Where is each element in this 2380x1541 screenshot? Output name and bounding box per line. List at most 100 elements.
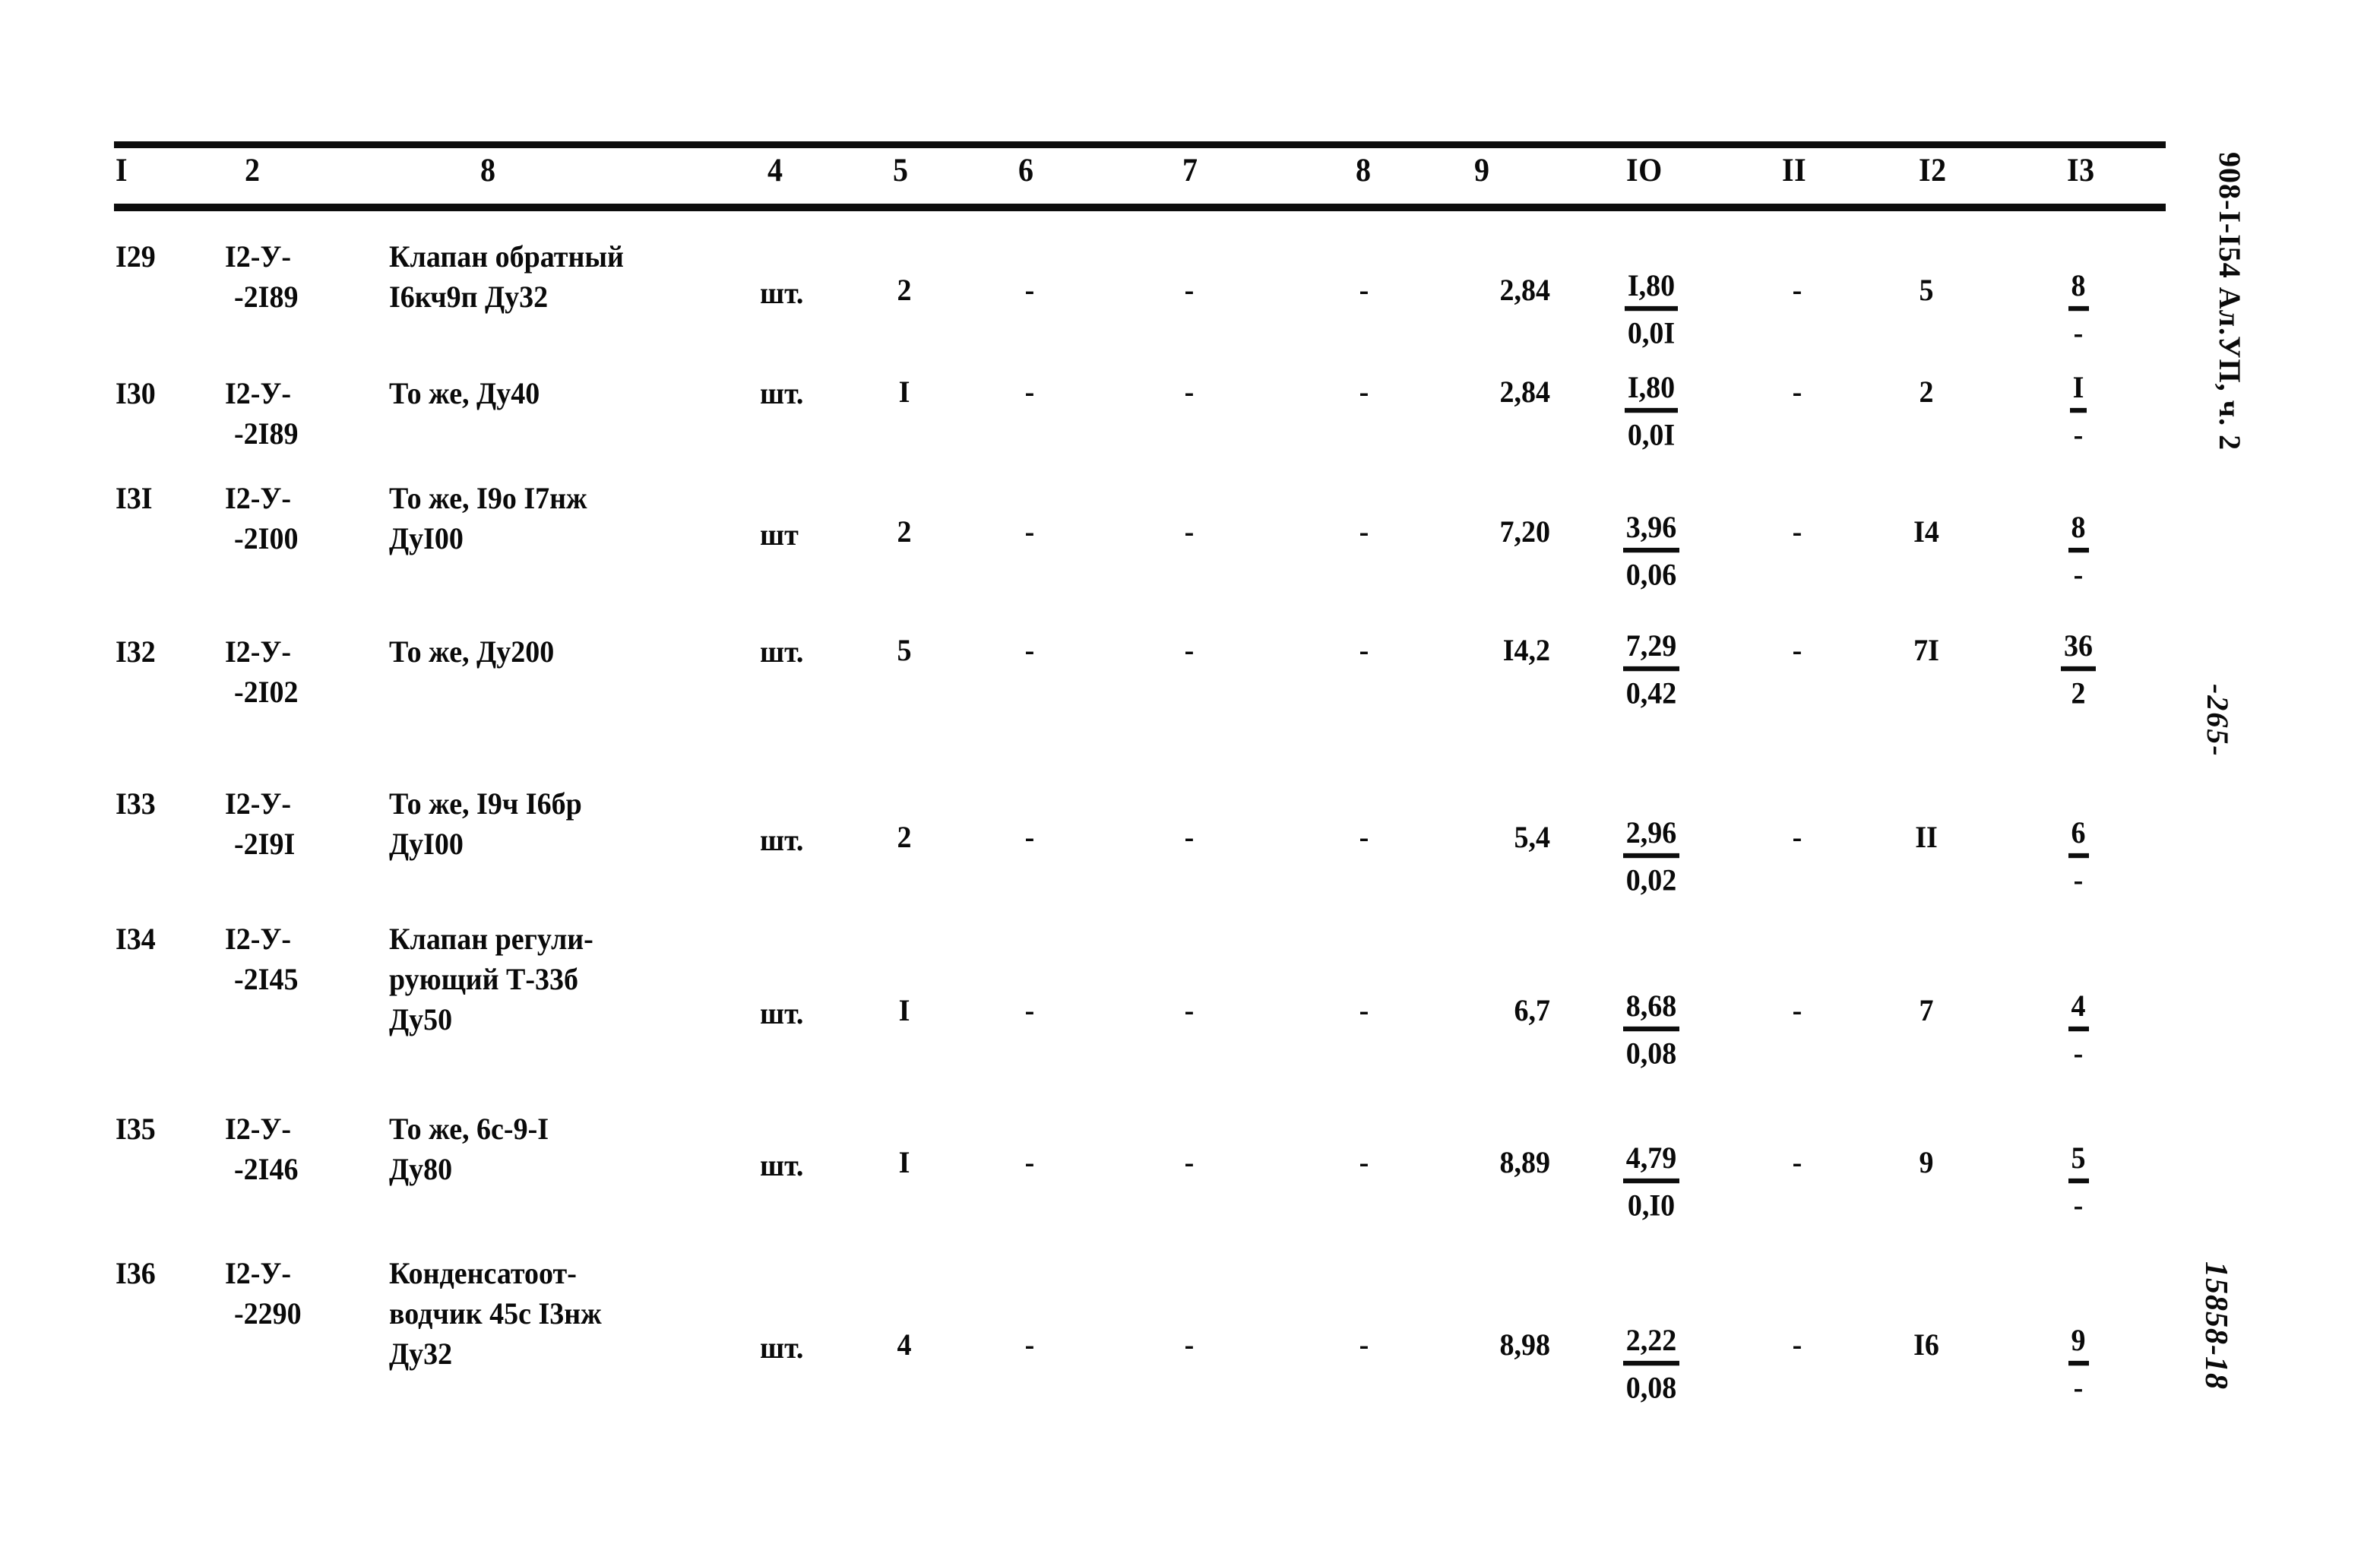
- description-line2: водчик 45с I3нж: [389, 1297, 602, 1331]
- quantity-col5: I: [898, 375, 910, 410]
- fraction-numerator: I: [2069, 369, 2087, 413]
- fraction-denominator: 0,I0: [1627, 1188, 1676, 1223]
- value-col9: 7,20: [1499, 515, 1551, 549]
- quantity-col5: 2: [897, 821, 912, 855]
- item-description: То же, Ду40: [389, 374, 731, 414]
- value-col8: -: [1359, 821, 1369, 855]
- value-col11: -: [1792, 515, 1802, 549]
- fraction-denominator: -: [2073, 863, 2084, 898]
- catalog-code: I2-У- -2I9I: [225, 784, 385, 865]
- quantity-col5: 4: [897, 1328, 912, 1362]
- item-description: То же, 6с-9-I Ду80: [389, 1109, 731, 1190]
- value-col12: II: [1915, 821, 1938, 855]
- fraction-numerator: 36: [2061, 628, 2096, 672]
- value-col8: -: [1359, 1146, 1369, 1180]
- value-col7: -: [1184, 1328, 1195, 1362]
- value-col9: 5,4: [1514, 821, 1551, 855]
- row-number: I36: [116, 1257, 156, 1291]
- catalog-code-line2: -2I00: [234, 522, 299, 556]
- value-col11: -: [1792, 1328, 1802, 1362]
- fraction-col10: 2,22 0,08: [1594, 1322, 1708, 1408]
- archive-number-stamp: 15858-18: [2198, 1261, 2233, 1390]
- value-col8: -: [1359, 515, 1369, 549]
- fraction-col13: 5-: [2037, 1140, 2120, 1226]
- fraction-col13: 9-: [2037, 1322, 2120, 1408]
- fraction-numerator: 2,22: [1622, 1322, 1680, 1366]
- description-line2: ДуI00: [389, 827, 464, 862]
- scanned-page: I 2 8 4 5 6 7 8 9 IO II I2 I3 I29 I2-У- -…: [0, 0, 2380, 1541]
- column-header-2: 2: [245, 151, 261, 188]
- quantity-col5: 2: [897, 274, 912, 308]
- fraction-denominator: -: [2073, 1371, 2084, 1406]
- catalog-code-line2: -2I89: [234, 417, 299, 451]
- catalog-code: I2-У- -2I02: [225, 632, 385, 713]
- fraction-col13: 8-: [2037, 509, 2120, 595]
- value-col6: -: [1024, 375, 1035, 410]
- unit-of-measure: шт.: [760, 1149, 804, 1183]
- catalog-code-line1: I2-У-: [225, 1112, 291, 1147]
- fraction-denominator: 2: [2071, 676, 2086, 711]
- fraction-denominator: 0,0I: [1627, 418, 1676, 453]
- catalog-code-line2: -2290: [234, 1297, 302, 1331]
- value-col9: 2,84: [1499, 375, 1551, 410]
- unit-of-measure: шт.: [760, 997, 804, 1031]
- fraction-numerator: 5: [2068, 1140, 2089, 1184]
- value-col7: -: [1184, 274, 1195, 308]
- catalog-code-line2: -2I89: [234, 280, 299, 315]
- table-header-bottom-rule: [114, 204, 2166, 211]
- fraction-numerator: 4: [2068, 988, 2089, 1032]
- value-col12: 9: [1919, 1146, 1934, 1180]
- fraction-col10: 3,96 0,06: [1594, 509, 1708, 595]
- catalog-code: I2-У- -2I89: [225, 237, 385, 318]
- fraction-denominator: 0,0I: [1627, 316, 1676, 351]
- row-number: I3I: [116, 482, 153, 516]
- fraction-numerator: 6: [2068, 815, 2089, 859]
- value-col9: 8,89: [1499, 1146, 1551, 1180]
- unit-of-measure: шт: [760, 518, 799, 552]
- catalog-code: I2-У- -2I89: [225, 374, 385, 454]
- row-number: I33: [116, 787, 156, 821]
- catalog-code-line1: I2-У-: [225, 635, 291, 669]
- column-header-5: 5: [893, 151, 909, 188]
- fraction-numerator: 2,96: [1622, 815, 1680, 859]
- description-line1: То же, 6с-9-I: [389, 1112, 549, 1147]
- catalog-code-line1: I2-У-: [225, 1257, 291, 1291]
- catalog-code: I2-У- -2I45: [225, 919, 385, 1000]
- value-col9: I4,2: [1502, 634, 1550, 668]
- fraction-denominator: -: [2073, 1188, 2084, 1223]
- fraction-denominator: 0,08: [1625, 1371, 1677, 1406]
- row-number: I32: [116, 635, 156, 669]
- fraction-numerator: I,80: [1624, 267, 1679, 312]
- description-line1: То же, I9ч I6бр: [389, 787, 582, 821]
- value-col8: -: [1359, 634, 1369, 668]
- description-line3: Ду32: [389, 1337, 453, 1372]
- value-col12: 2: [1919, 375, 1934, 410]
- value-col11: -: [1792, 821, 1802, 855]
- description-line2: ДуI00: [389, 522, 464, 556]
- fraction-col13: 4-: [2037, 988, 2120, 1074]
- value-col8: -: [1359, 1328, 1369, 1362]
- value-col12: I4: [1913, 515, 1939, 549]
- fraction-denominator: 0,02: [1625, 863, 1677, 898]
- quantity-col5: I: [898, 1146, 910, 1180]
- value-col6: -: [1024, 1328, 1035, 1362]
- value-col9: 2,84: [1499, 274, 1551, 308]
- item-description: То же, I9ч I6бр ДуI00: [389, 784, 731, 865]
- table-column-header-row: I 2 8 4 5 6 7 8 9 IO II I2 I3: [0, 150, 2173, 204]
- value-col7: -: [1184, 375, 1195, 410]
- catalog-code-line2: -2I45: [234, 963, 299, 997]
- row-number: I29: [116, 240, 156, 274]
- catalog-code-line2: -2I9I: [234, 827, 296, 862]
- column-header-4: 4: [767, 151, 783, 188]
- column-header-8: 8: [1356, 151, 1372, 188]
- fraction-denominator: 0,06: [1625, 558, 1677, 593]
- value-col6: -: [1024, 1146, 1035, 1180]
- fraction-numerator: 8: [2068, 267, 2089, 312]
- unit-of-measure: шт.: [760, 1331, 804, 1365]
- value-col8: -: [1359, 274, 1369, 308]
- item-description: Клапан регули-рующий Т-33б Ду50: [389, 919, 731, 1040]
- table-header-top-rule: [114, 141, 2166, 148]
- column-header-9: 9: [1474, 151, 1490, 188]
- fraction-col13: 36 2: [2037, 628, 2120, 714]
- value-col9: 8,98: [1499, 1328, 1551, 1362]
